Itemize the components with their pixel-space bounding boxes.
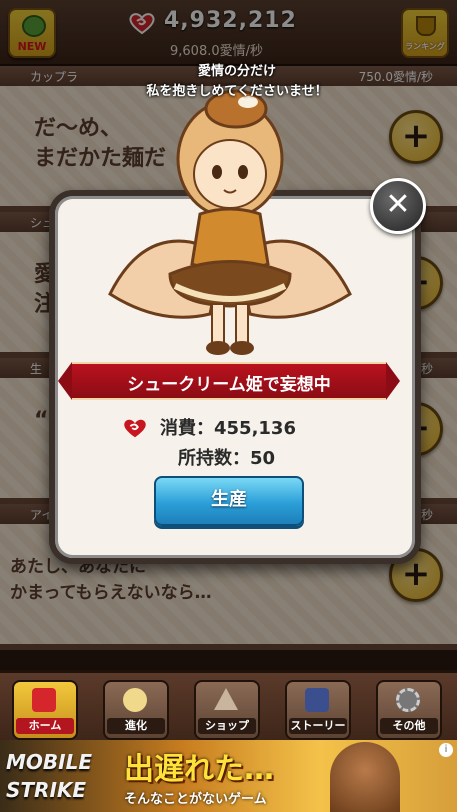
home-icon xyxy=(32,688,56,712)
produce-button[interactable]: 生産 xyxy=(154,476,304,526)
dialog-title: シュークリーム姫で妄想中 xyxy=(127,375,331,395)
owned-count-text: 所持数：50 xyxy=(178,448,276,469)
shop-icon xyxy=(214,688,238,710)
ad-brand-line: STRIKE xyxy=(6,778,87,802)
nav-home[interactable]: ホーム xyxy=(12,680,78,740)
evolve-icon xyxy=(123,688,147,712)
ad-brand-line: MOBILE xyxy=(6,750,92,774)
nav-label: ショップ xyxy=(198,718,256,734)
nav-evolve[interactable]: 進化 xyxy=(103,680,169,740)
ad-soldier-image xyxy=(330,742,400,812)
nav-other[interactable]: その他 xyxy=(376,680,442,740)
nav-label: その他 xyxy=(380,718,438,734)
gear-icon xyxy=(396,688,420,712)
ad-brand: MOBILE STRIKE xyxy=(6,748,116,804)
ad-banner[interactable]: MOBILE STRIKE 出遅れた… そんなことがないゲーム i xyxy=(0,740,457,812)
ad-info-icon[interactable]: i xyxy=(439,743,453,757)
ad-headline: 出遅れた… xyxy=(124,752,274,787)
cost-text: 消費：455,136 xyxy=(160,418,296,439)
character-illustration xyxy=(108,89,352,355)
ad-subtext: そんなことがないゲーム xyxy=(124,792,267,807)
love-heart-icon xyxy=(124,419,146,438)
bottom-nav: ホーム 進化 ショップ ストーリー その他 xyxy=(0,670,457,743)
nav-label: ストーリー xyxy=(289,718,347,734)
nav-shop[interactable]: ショップ xyxy=(194,680,260,740)
nav-label: ホーム xyxy=(16,718,74,734)
character-speech: 愛情の分だけ 私を抱きしめてくださいませ！ xyxy=(72,62,402,102)
story-icon xyxy=(305,688,329,712)
dialog-title-ribbon: シュークリーム姫で妄想中 xyxy=(58,362,400,400)
speech-text: 愛情の分だけ 私を抱きしめてくださいませ！ xyxy=(146,64,328,99)
nav-label: 進化 xyxy=(107,718,165,734)
nav-story[interactable]: ストーリー xyxy=(285,680,351,740)
close-button[interactable]: ✕ xyxy=(370,178,426,234)
